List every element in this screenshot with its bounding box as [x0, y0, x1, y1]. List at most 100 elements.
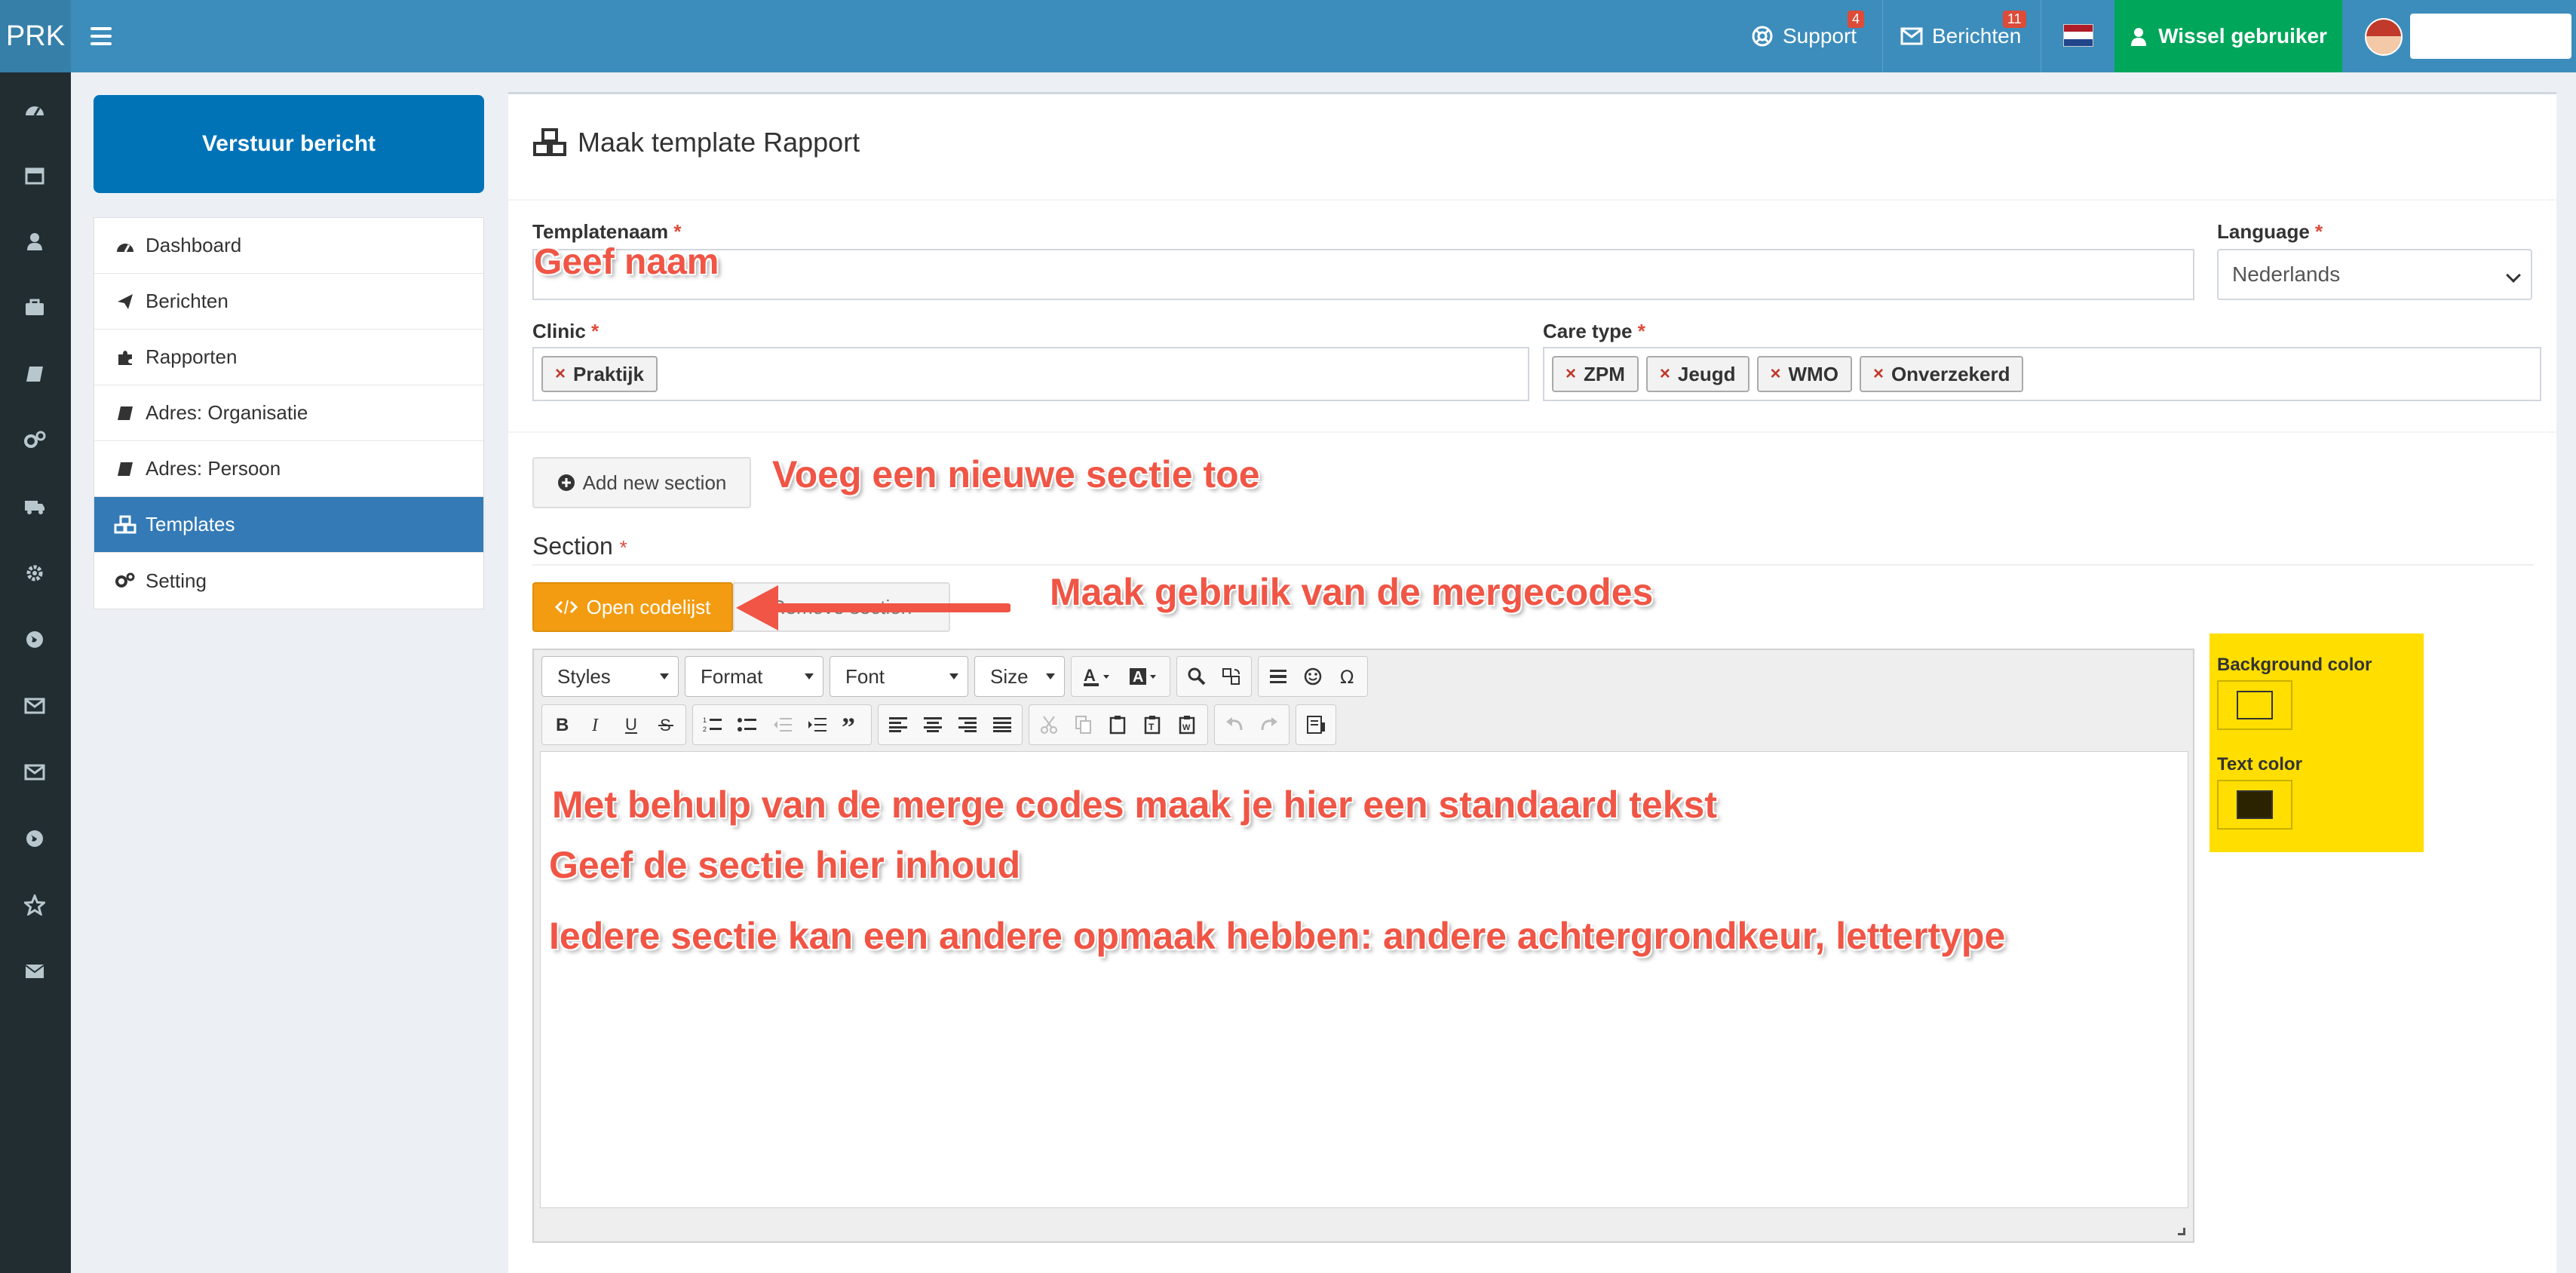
align-center-icon[interactable] [918, 708, 948, 741]
underline-icon[interactable]: U [616, 708, 646, 741]
paste-text-icon[interactable]: T [1138, 708, 1168, 741]
clinic-multiselect[interactable] [532, 347, 1529, 401]
remove-tag-icon[interactable]: × [1660, 363, 1670, 385]
dropdown-arrow-icon [949, 673, 958, 679]
source-icon[interactable] [1301, 708, 1331, 741]
menu-item-adres-persoon[interactable]: Adres: Persoon [94, 441, 483, 497]
brand-logo[interactable]: PRK [0, 0, 71, 72]
strike-icon[interactable]: S [651, 708, 681, 741]
align-right-icon[interactable] [952, 708, 983, 741]
user-icon[interactable] [21, 228, 48, 255]
briefcase-icon[interactable] [21, 294, 48, 321]
globe-icon[interactable] [21, 626, 48, 653]
replace-icon[interactable] [1216, 660, 1247, 693]
blockquote-icon[interactable]: ” [836, 708, 866, 741]
remove-tag-icon[interactable]: × [555, 363, 566, 385]
gear-icon[interactable] [21, 560, 48, 587]
remove-tag-icon[interactable]: × [1771, 363, 1781, 385]
menu-item-berichten[interactable]: Berichten [94, 274, 483, 330]
language-flag-icon[interactable] [2063, 24, 2093, 47]
dashboard-icon[interactable] [21, 95, 48, 122]
indent-icon[interactable] [802, 708, 832, 741]
annotation-add-section: Voeg een nieuwe sectie toe [772, 453, 1260, 495]
paste-icon[interactable] [1103, 708, 1133, 741]
envelope-solid-icon[interactable] [21, 958, 48, 985]
cogs-icon[interactable] [21, 427, 48, 454]
svg-text:2: 2 [703, 725, 707, 733]
add-section-button[interactable]: Add new section [532, 457, 751, 508]
text-color-picker[interactable] [2217, 780, 2292, 830]
switch-user-button[interactable]: Wissel gebruiker [2114, 0, 2342, 72]
required-mark: * [619, 536, 627, 559]
menu-item-adres-organisatie[interactable]: Adres: Organisatie [94, 385, 483, 441]
find-button-group [1176, 656, 1252, 697]
support-link[interactable]: Support 4 [1751, 0, 1865, 72]
book-icon[interactable] [21, 360, 48, 388]
align-group [878, 704, 1023, 745]
flag-stripe-red [2064, 25, 2093, 32]
cut-icon[interactable] [1034, 708, 1064, 741]
envelope-icon[interactable] [21, 759, 48, 786]
menu-item-label: Templates [146, 513, 235, 535]
remove-tag-icon[interactable]: × [1566, 363, 1576, 385]
code-icon [554, 600, 578, 615]
menu-item-dashboard[interactable]: Dashboard [94, 218, 483, 274]
horizontal-rule-icon[interactable] [1263, 660, 1293, 693]
font-dropdown[interactable]: Font [830, 656, 968, 697]
support-badge: 4 [1848, 11, 1865, 28]
italic-icon[interactable]: I [581, 708, 612, 741]
format-dropdown[interactable]: Format [685, 656, 823, 697]
svg-text:I: I [591, 716, 599, 735]
styles-dropdown[interactable]: Styles [541, 656, 679, 697]
justify-icon[interactable] [987, 708, 1017, 741]
copy-icon[interactable] [1069, 708, 1099, 741]
open-code-list-button[interactable]: Open codelijst [532, 582, 733, 632]
paste-word-icon[interactable]: W [1173, 708, 1203, 741]
redo-icon[interactable] [1254, 708, 1284, 741]
truck-icon[interactable] [21, 493, 48, 520]
menu-item-rapporten[interactable]: Rapporten [94, 330, 483, 385]
remove-tag-icon[interactable]: × [1873, 363, 1884, 385]
bold-icon[interactable]: B [547, 708, 577, 741]
menu-item-templates[interactable]: Templates [94, 497, 483, 553]
background-color-label: Background color [2217, 655, 2372, 675]
user-avatar[interactable] [2365, 18, 2403, 56]
language-select[interactable]: Nederlands [2217, 249, 2532, 300]
template-name-input[interactable] [532, 249, 2194, 300]
find-icon[interactable] [1182, 660, 1212, 693]
language-label-text: Language [2217, 220, 2310, 243]
care-type-tag[interactable]: × Onverzekerd [1859, 356, 2024, 392]
send-message-button[interactable]: Verstuur bericht [94, 95, 484, 193]
undo-icon[interactable] [1219, 708, 1250, 741]
menu-item-setting[interactable]: Setting [94, 553, 483, 609]
envelope-o-icon[interactable] [21, 692, 48, 719]
bg-color-icon[interactable]: A [1123, 660, 1165, 693]
care-type-tag[interactable]: × ZPM [1552, 356, 1639, 392]
clinic-tag[interactable]: × Praktijk [541, 356, 658, 392]
svg-text:T: T [1148, 722, 1155, 732]
size-dropdown[interactable]: Size [974, 656, 1065, 697]
numbered-list-icon[interactable]: 12 [698, 708, 728, 741]
smiley-icon[interactable] [1298, 660, 1328, 693]
star-icon[interactable] [21, 891, 48, 919]
bullet-list-icon[interactable] [732, 708, 762, 741]
care-type-tag[interactable]: × Jeugd [1645, 356, 1750, 392]
care-type-tag[interactable]: × WMO [1756, 356, 1852, 392]
align-left-icon[interactable] [883, 708, 913, 741]
text-color-icon[interactable]: A [1076, 660, 1118, 693]
annotation-line-1: Met behulp van de merge codes maak je hi… [552, 784, 1717, 826]
tag-label: Praktijk [573, 362, 644, 385]
calendar-icon[interactable] [21, 161, 48, 189]
menu-item-label: Setting [146, 569, 207, 592]
annotation-line-2: Geef de sectie hier inhoud [549, 844, 1021, 886]
background-color-picker[interactable] [2217, 680, 2292, 730]
outdent-icon[interactable] [767, 708, 797, 741]
globe-icon[interactable] [21, 825, 48, 852]
user-name-box[interactable] [2410, 14, 2571, 59]
omega-icon[interactable]: Ω [1332, 660, 1363, 693]
book-icon [114, 458, 136, 480]
resize-handle-icon[interactable] [2178, 1228, 2185, 1235]
annotation-line-3: Iedere sectie kan een andere opmaak hebb… [549, 915, 2006, 957]
messages-link[interactable]: Berichten 11 [1900, 0, 2026, 72]
hamburger-menu-icon[interactable] [87, 23, 115, 50]
